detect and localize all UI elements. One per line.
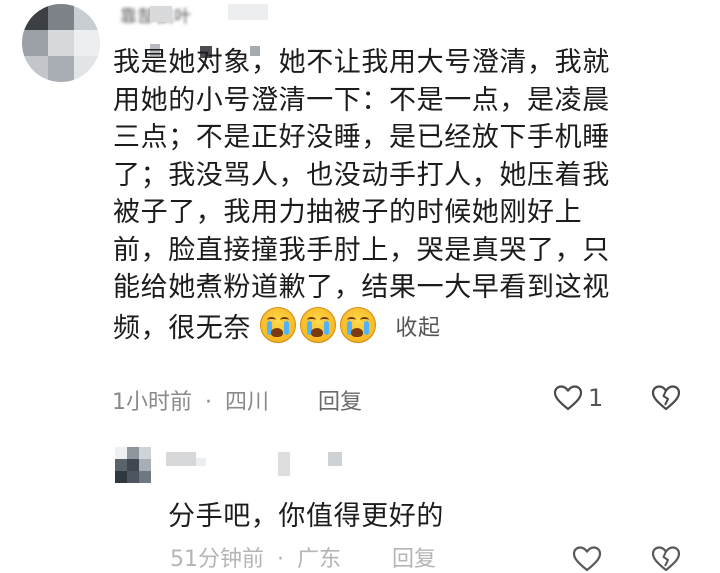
comment-meta: 51分钟前 · 广东 <box>170 541 341 573</box>
comment-meta: 1小时前 · 四川 <box>112 384 269 416</box>
comment-line: 了；我没骂人，也没动手打人，她压着我 <box>113 159 610 191</box>
comment-body: 分手吧，你值得更好的 <box>168 501 444 532</box>
separator-dot: · <box>277 547 284 572</box>
comment-body: 我是她对象，她不让我用大号澄清，我就 用她的小号澄清一下：不是一点，是凌晨 三点… <box>113 44 693 347</box>
collapse-link[interactable]: 收起 <box>395 316 440 341</box>
dislike-broken-heart-icon[interactable] <box>651 545 681 573</box>
comment-line: 前，脸直接撞我手肘上，哭是真哭了，只 <box>113 234 610 266</box>
timestamp: 1小时前 <box>112 390 192 415</box>
location: 广东 <box>297 547 342 572</box>
crying-face-emoji <box>260 306 297 343</box>
comment-line: 能给她煮粉道歉了，结果一大早看到这视 <box>113 272 610 303</box>
avatar[interactable] <box>22 4 100 82</box>
dislike-broken-heart-icon[interactable] <box>651 384 681 412</box>
like-count: 1 <box>588 384 604 412</box>
crying-face-emoji <box>340 306 377 343</box>
comment-line: 被子了，我用力抽被子的时候她刚好上 <box>113 197 583 228</box>
mosaic-block <box>228 4 268 20</box>
like-heart-icon[interactable] <box>553 384 583 412</box>
avatar[interactable] <box>115 447 151 483</box>
reply-button[interactable]: 回复 <box>392 541 436 573</box>
separator-dot: · <box>205 390 212 415</box>
comment-line: 我是她对象，她不让我用大号澄清，我就 <box>113 47 610 78</box>
location: 四川 <box>225 390 270 415</box>
comment-last-line: 频，很无奈 收起 <box>113 306 693 348</box>
mosaic-block <box>328 452 342 466</box>
mosaic-block <box>196 458 206 466</box>
timestamp: 51分钟前 <box>170 547 264 572</box>
mosaic-block <box>150 6 172 22</box>
mosaic-block <box>166 452 196 466</box>
like-heart-icon[interactable] <box>572 545 602 573</box>
comment-line: 用她的小号澄清一下：不是一点，是凌晨 <box>113 84 610 116</box>
comment-line: 三点；不是正好没睡，是已经放下手机睡 <box>113 122 610 153</box>
crying-face-emoji <box>300 306 337 343</box>
reply-button[interactable]: 回复 <box>318 384 362 416</box>
mosaic-block <box>278 452 290 476</box>
comment-line: 频，很无奈 <box>113 312 251 344</box>
